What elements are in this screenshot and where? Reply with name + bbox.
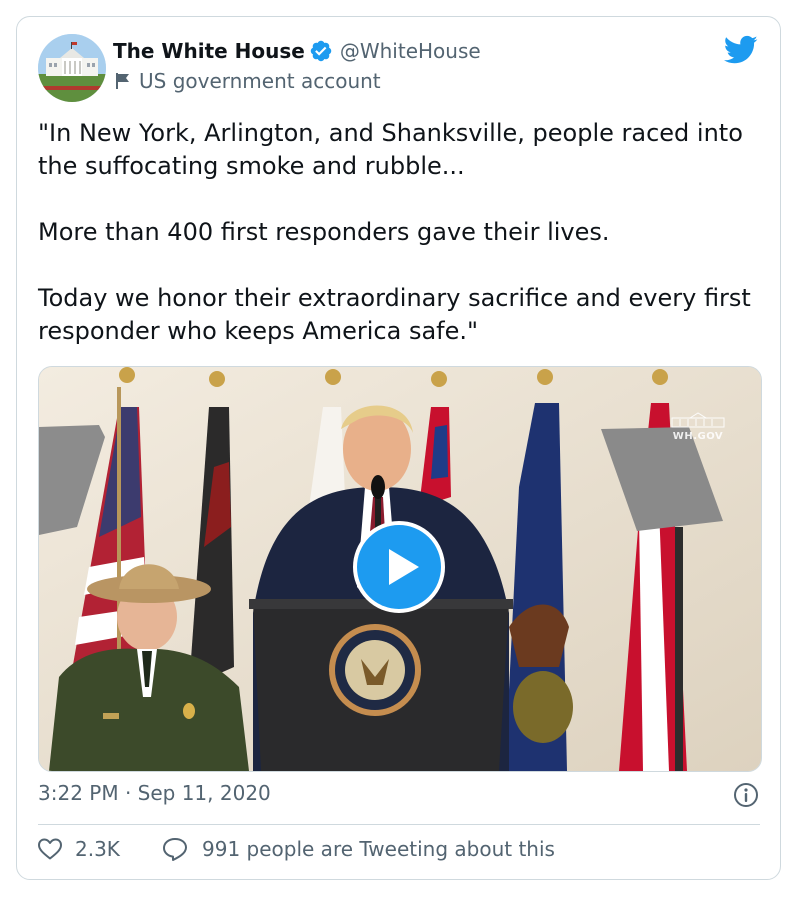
flag-icon [116,73,129,89]
tweet-text: "In New York, Arlington, and Shanksville… [38,117,763,348]
verified-badge-icon [310,40,332,62]
government-account-label: US government account [115,69,381,93]
tweet-card[interactable]: The White House @WhiteHouse US governmen… [16,16,781,880]
play-button[interactable] [353,521,445,613]
twitter-bird-icon[interactable] [724,35,758,65]
government-account-text: US government account [139,69,381,93]
divider [38,824,760,825]
white-house-watermark-icon [671,412,725,428]
conversation-link[interactable]: 991 people are Tweeting about this [162,837,555,861]
heart-icon [38,838,62,860]
author-line: The White House @WhiteHouse [113,39,481,63]
speech-bubble-icon [163,838,187,861]
info-icon[interactable] [733,782,759,808]
author-handle[interactable]: @WhiteHouse [340,39,481,63]
like-button[interactable]: 2.3K [37,837,120,861]
white-house-avatar-icon[interactable] [38,34,106,102]
conversation-text: 991 people are Tweeting about this [202,837,555,861]
like-count: 2.3K [75,837,120,861]
video-thumbnail[interactable]: WH.GOV [38,366,762,772]
tweet-paragraph: "In New York, Arlington, and Shanksville… [38,119,743,180]
tweet-paragraph: More than 400 first responders gave thei… [38,218,610,246]
tweet-timestamp[interactable]: 3:22 PM · Sep 11, 2020 [38,781,271,805]
video-watermark: WH.GOV [667,412,729,442]
author-name[interactable]: The White House [113,39,305,63]
play-icon [389,549,419,585]
watermark-text: WH.GOV [672,431,724,442]
tweet-paragraph: Today we honor their extraordinary sacri… [38,284,751,345]
